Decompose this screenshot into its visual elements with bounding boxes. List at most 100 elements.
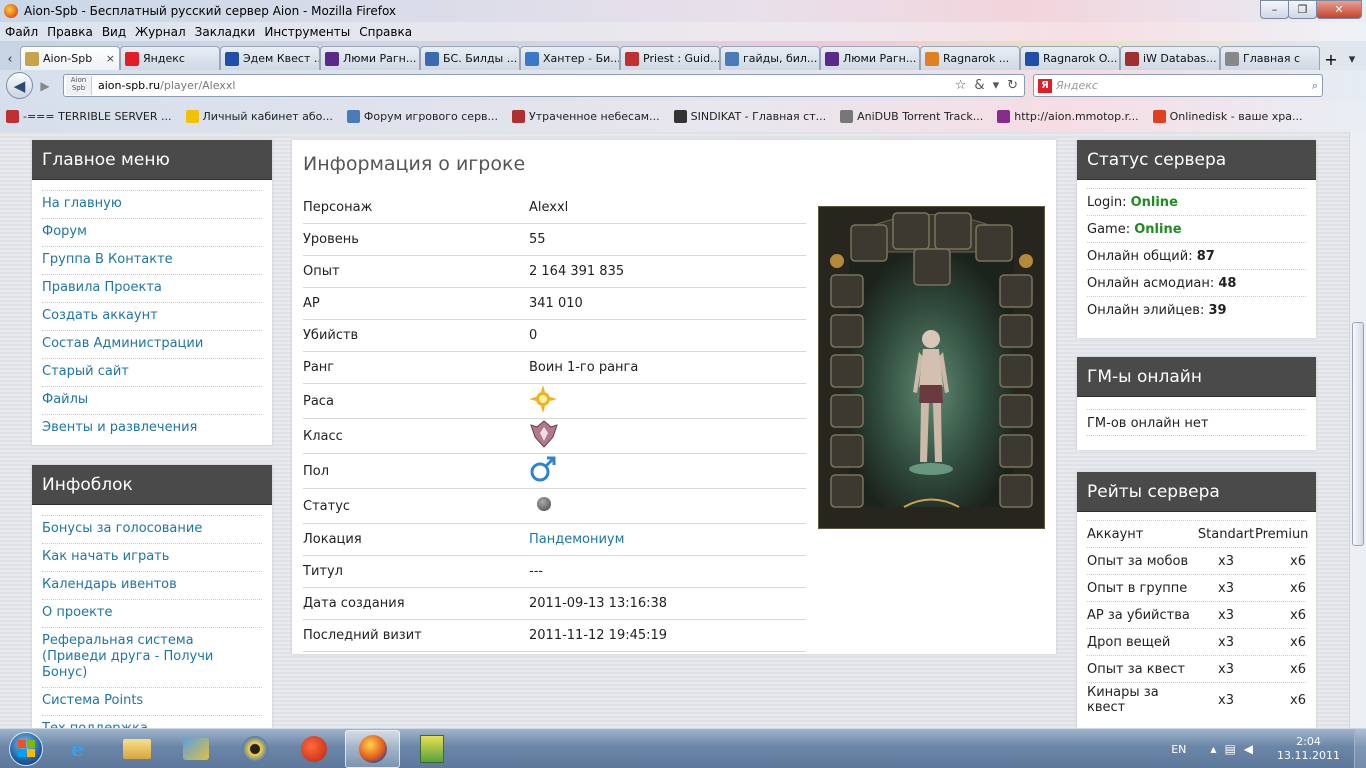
forward-arrow-icon[interactable]: ▶ [35, 76, 55, 96]
language-indicator[interactable]: EN [1171, 743, 1186, 756]
start-button[interactable] [6, 729, 46, 768]
ampersand-icon[interactable]: & [974, 78, 984, 93]
search-placeholder: Яндекс [1056, 79, 1098, 92]
status-offline-icon [529, 497, 806, 515]
tab-11[interactable]: iW Databas... [1120, 46, 1220, 70]
rates-cell: x6 [1290, 580, 1306, 596]
internet-explorer-icon[interactable]: e [50, 730, 105, 768]
main-menu-item-5[interactable]: Состав Администрации [42, 330, 262, 358]
tab-0[interactable]: Aion-Spb × [20, 46, 120, 70]
tab-close-icon[interactable]: × [103, 52, 115, 65]
player-row: Статус [303, 489, 806, 524]
firefox-taskbar-icon[interactable] [345, 729, 400, 768]
tab-1[interactable]: Яндекс [120, 46, 220, 70]
tab-favicon-icon [725, 51, 739, 66]
back-arrow-icon[interactable]: ◀ [6, 72, 33, 99]
bookmark-1[interactable]: Личный кабинет або... [185, 110, 333, 123]
media-player-icon[interactable] [227, 730, 282, 768]
show-desktop-button[interactable] [1354, 729, 1366, 768]
menu-history[interactable]: Журнал [135, 25, 186, 39]
clock[interactable]: 2:04 13.11.2011 [1277, 735, 1340, 763]
search-box[interactable]: Я Яндекс ⌕ [1033, 74, 1323, 97]
search-magnifier-icon[interactable]: ⌕ [1312, 79, 1318, 93]
tab-scroll-left-icon[interactable]: ‹ [0, 48, 20, 70]
main-menu-item-8[interactable]: Эвенты и развлечения [42, 414, 262, 442]
tab-label: Люми Рагн... [843, 52, 917, 65]
network-icon[interactable]: ▤ [1224, 742, 1235, 756]
bookmark-4[interactable]: SINDIKAT - Главная ст... [673, 110, 826, 123]
main-menu-item-1[interactable]: Форум [42, 218, 262, 246]
info-block-item-6[interactable]: Тех.поддержка [42, 715, 262, 728]
main-menu-item-4[interactable]: Создать аккаунт [42, 302, 262, 330]
tab-7[interactable]: гайды, бил... [720, 46, 820, 70]
menu-help[interactable]: Справка [359, 25, 412, 39]
tab-list-chevron-down-icon[interactable]: ▾ [1342, 48, 1362, 70]
file-explorer-icon[interactable] [109, 730, 164, 768]
scrollbar-thumb[interactable] [1352, 322, 1364, 546]
menu-edit[interactable]: Правка [47, 25, 93, 39]
reload-icon[interactable]: ↻ [1007, 78, 1018, 93]
site-identity-badge[interactable]: Aion Spb [66, 76, 92, 95]
main-menu-item-2[interactable]: Группа В Контакте [42, 246, 262, 274]
menu-bookmarks[interactable]: Закладки [195, 25, 256, 39]
ccleaner-icon[interactable] [286, 730, 341, 768]
main-menu-item-0[interactable]: На главную [42, 190, 262, 218]
info-block-item-3[interactable]: О проекте [42, 599, 262, 627]
player-row: Пол [303, 454, 806, 489]
tab-label: Priest : Guid... [643, 52, 720, 65]
status-game-row: Game: Online [1087, 215, 1306, 242]
rates-cell: x3 [1218, 692, 1234, 708]
tab-9[interactable]: Ragnarok ... [920, 46, 1020, 70]
info-block-item-5[interactable]: Система Points [42, 687, 262, 715]
player-row-label: Убийств [303, 328, 359, 343]
player-row-value[interactable]: Пандемониум [529, 532, 806, 547]
bookmark-3[interactable]: Утраченное небесам... [512, 110, 660, 123]
info-block-item-2[interactable]: Календарь ивентов [42, 571, 262, 599]
control-panel-icon[interactable] [168, 730, 223, 768]
tab-3[interactable]: Люми Рагн... [320, 46, 420, 70]
bookmark-star-icon[interactable]: ☆ [955, 78, 967, 93]
menu-file[interactable]: Файл [5, 25, 38, 39]
volume-icon[interactable]: ◀ [1244, 742, 1253, 756]
url-bar[interactable]: Aion Spb aion-spb.ru/player/Alexxl ☆ & ▾… [63, 74, 1025, 97]
maximize-button[interactable]: ❐ [1288, 0, 1317, 19]
tab-10[interactable]: Ragnarok O... [1020, 46, 1120, 70]
tab-8[interactable]: Люми Рагн... [820, 46, 920, 70]
rates-cell: AP за убийства [1087, 607, 1190, 623]
main-menu-item-3[interactable]: Правила Проекта [42, 274, 262, 302]
player-row-label: Последний визит [303, 628, 422, 643]
bookmark-7[interactable]: Onlinedisk - ваше хра... [1152, 110, 1303, 123]
tab-6[interactable]: Priest : Guid... [620, 46, 720, 70]
tab-12[interactable]: Главная с [1220, 46, 1320, 70]
bookmark-5[interactable]: AniDUB Torrent Track... [840, 110, 983, 123]
info-block-item-1[interactable]: Как начать играть [42, 543, 262, 571]
page-scrollbar[interactable] [1349, 132, 1366, 728]
tab-4[interactable]: БС. Билды ... [420, 46, 520, 70]
main-menu-item-7[interactable]: Файлы [42, 386, 262, 414]
menu-tools[interactable]: Инструменты [264, 25, 350, 39]
window-controls: – ❐ ✕ [1260, 0, 1362, 19]
bookmark-6[interactable]: http://aion.mmotop.r... [997, 110, 1139, 123]
minimize-button[interactable]: – [1260, 0, 1289, 19]
player-row: Опыт 2 164 391 835 [303, 256, 806, 288]
tab-2[interactable]: Эдем Квест ... [220, 46, 320, 70]
game-launcher-icon[interactable] [404, 730, 459, 768]
player-row-label: Раса [303, 393, 334, 409]
bookmark-0[interactable]: -=== TERRIBLE SERVER ... [6, 110, 172, 123]
server-status-title: Статус сервера [1077, 140, 1316, 180]
info-block-item-0[interactable]: Бонусы за голосование [42, 515, 262, 543]
info-block-item-4[interactable]: Реферальная система (Приведи друга - Пол… [42, 627, 262, 687]
show-hidden-icons-icon[interactable]: ▴ [1210, 742, 1216, 756]
menu-view[interactable]: Вид [102, 25, 126, 39]
main-menu-item-6[interactable]: Старый сайт [42, 358, 262, 386]
tab-favicon-icon [1225, 51, 1239, 66]
yandex-search-icon[interactable]: Я [1038, 78, 1052, 93]
close-button[interactable]: ✕ [1316, 0, 1362, 19]
tab-favicon-icon [1025, 51, 1039, 66]
bookmark-2[interactable]: Форум игрового серв... [346, 110, 498, 123]
new-tab-plus-icon[interactable]: + [1320, 48, 1342, 70]
window-title: Aion-Spb - Бесплатный русский сервер Aio… [24, 4, 397, 18]
dropdown-arrow-icon[interactable]: ▾ [993, 78, 1000, 93]
tab-5[interactable]: Хантер - Би... [520, 46, 620, 70]
url-text[interactable]: aion-spb.ru/player/Alexxl [98, 79, 235, 92]
